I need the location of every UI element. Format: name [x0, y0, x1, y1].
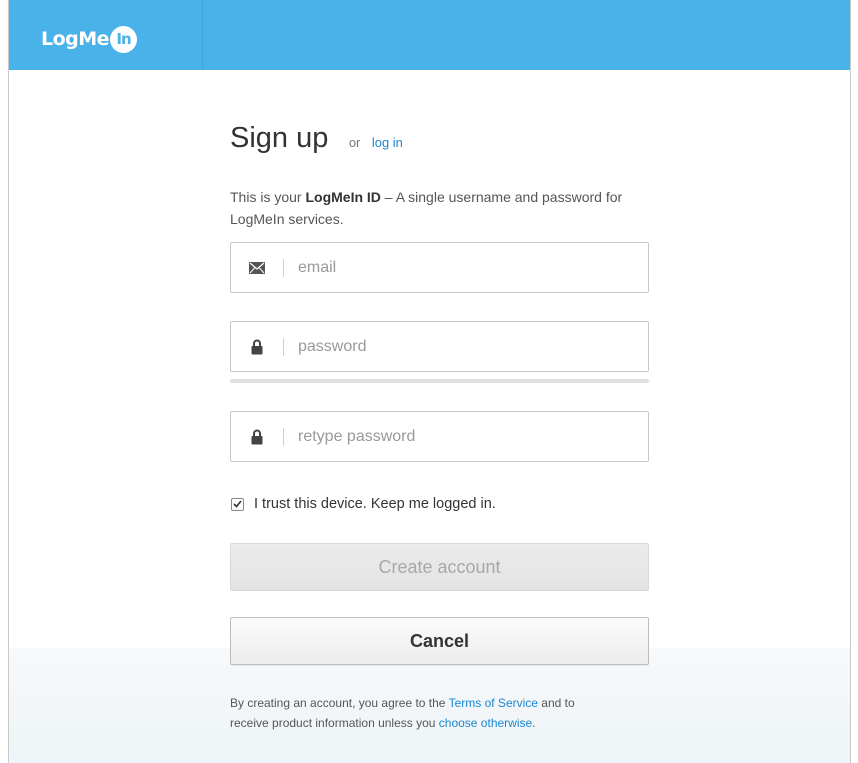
terms-of-service-link[interactable]: Terms of Service [449, 696, 538, 710]
trust-checkbox[interactable] [231, 497, 244, 511]
email-input[interactable] [296, 251, 648, 284]
create-account-button[interactable]: Create account [230, 543, 649, 591]
field-separator [283, 337, 284, 356]
choose-otherwise-link[interactable]: choose otherwise [439, 716, 532, 730]
checkmark-icon [233, 500, 242, 508]
lock-icon [231, 429, 283, 445]
lock-icon [231, 339, 283, 355]
legal-text-1: By creating an account, you agree to the [230, 696, 449, 710]
title-row: Sign up or log in [230, 122, 403, 155]
intro-prefix: This is your [230, 189, 306, 205]
trust-device-option[interactable]: I trust this device. Keep me logged in. [230, 496, 496, 512]
intro-text: This is your LogMeIn ID – A single usern… [230, 186, 630, 230]
logo-badge: In [110, 25, 138, 53]
legal-text-3: . [532, 716, 536, 730]
top-bar: LogMe In [9, 0, 850, 70]
retype-password-input[interactable] [296, 420, 648, 453]
intro-bold: LogMeIn ID [305, 189, 381, 205]
retype-password-field[interactable] [230, 411, 649, 462]
password-field[interactable] [230, 321, 649, 372]
browser-frame: LogMe In Sign up or log in This is your … [8, 0, 851, 763]
mail-icon [231, 261, 283, 274]
email-field[interactable] [230, 242, 649, 293]
trust-label: I trust this device. Keep me logged in. [254, 496, 496, 512]
field-separator [283, 258, 284, 277]
password-input[interactable] [296, 330, 648, 363]
logo-text: LogMe [41, 28, 110, 50]
login-link[interactable]: log in [372, 135, 403, 150]
field-separator [283, 427, 284, 446]
header-divider [202, 0, 203, 70]
cancel-button[interactable]: Cancel [230, 617, 649, 665]
or-text: or [348, 135, 361, 150]
legal-notice: By creating an account, you agree to the… [230, 693, 590, 733]
logmein-logo[interactable]: LogMe In [41, 24, 138, 54]
page-title: Sign up [230, 122, 329, 154]
password-strength-bar [230, 379, 649, 383]
